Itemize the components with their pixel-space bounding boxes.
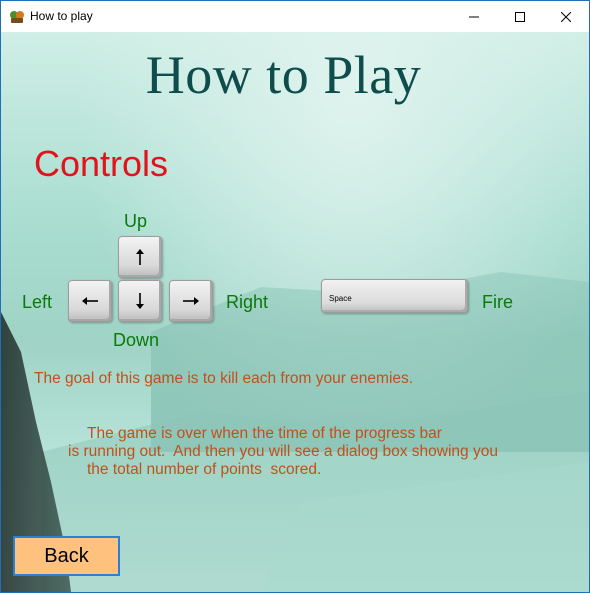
- arrow-up-icon: [136, 249, 144, 265]
- fire-label: Fire: [482, 292, 513, 312]
- gameover-line-3: the total number of points scored.: [87, 461, 322, 478]
- left-arrow-key: [68, 280, 112, 322]
- right-arrow-key: [169, 280, 213, 322]
- game-window: How to play How to Play Controls Up Left…: [0, 0, 590, 593]
- down-arrow-key: [118, 280, 162, 322]
- goal-text: The goal of this game is to kill each fr…: [34, 370, 414, 387]
- window-title: How to play: [30, 9, 93, 23]
- left-label: Left: [22, 292, 53, 312]
- right-label: Right: [226, 292, 269, 312]
- minimize-icon: [469, 16, 479, 17]
- maximize-button[interactable]: [497, 1, 543, 32]
- minimize-button[interactable]: [451, 1, 497, 32]
- gameover-line-2: is running out. And then you will see a …: [68, 443, 498, 460]
- close-button[interactable]: [543, 1, 589, 32]
- arrow-left-icon: [82, 297, 98, 305]
- down-label: Down: [113, 330, 160, 350]
- space-key-label: Space: [329, 294, 352, 303]
- arrow-right-icon: [183, 297, 199, 305]
- controls-title: Controls: [34, 143, 169, 184]
- up-arrow-key: [118, 236, 162, 278]
- arrow-down-icon: [136, 293, 144, 309]
- back-button[interactable]: Back: [13, 536, 120, 576]
- game-app-icon: [9, 9, 25, 24]
- gameover-line-1: The game is over when the time of the pr…: [87, 425, 442, 442]
- up-label: Up: [124, 211, 148, 231]
- close-icon: [561, 11, 571, 22]
- title-bar[interactable]: How to play: [1, 1, 589, 32]
- page-title: How to Play: [145, 45, 422, 105]
- how-to-play-panel: How to Play Controls Up Left Right Down …: [1, 32, 589, 592]
- space-key: Space: [321, 279, 468, 313]
- maximize-icon: [515, 11, 525, 22]
